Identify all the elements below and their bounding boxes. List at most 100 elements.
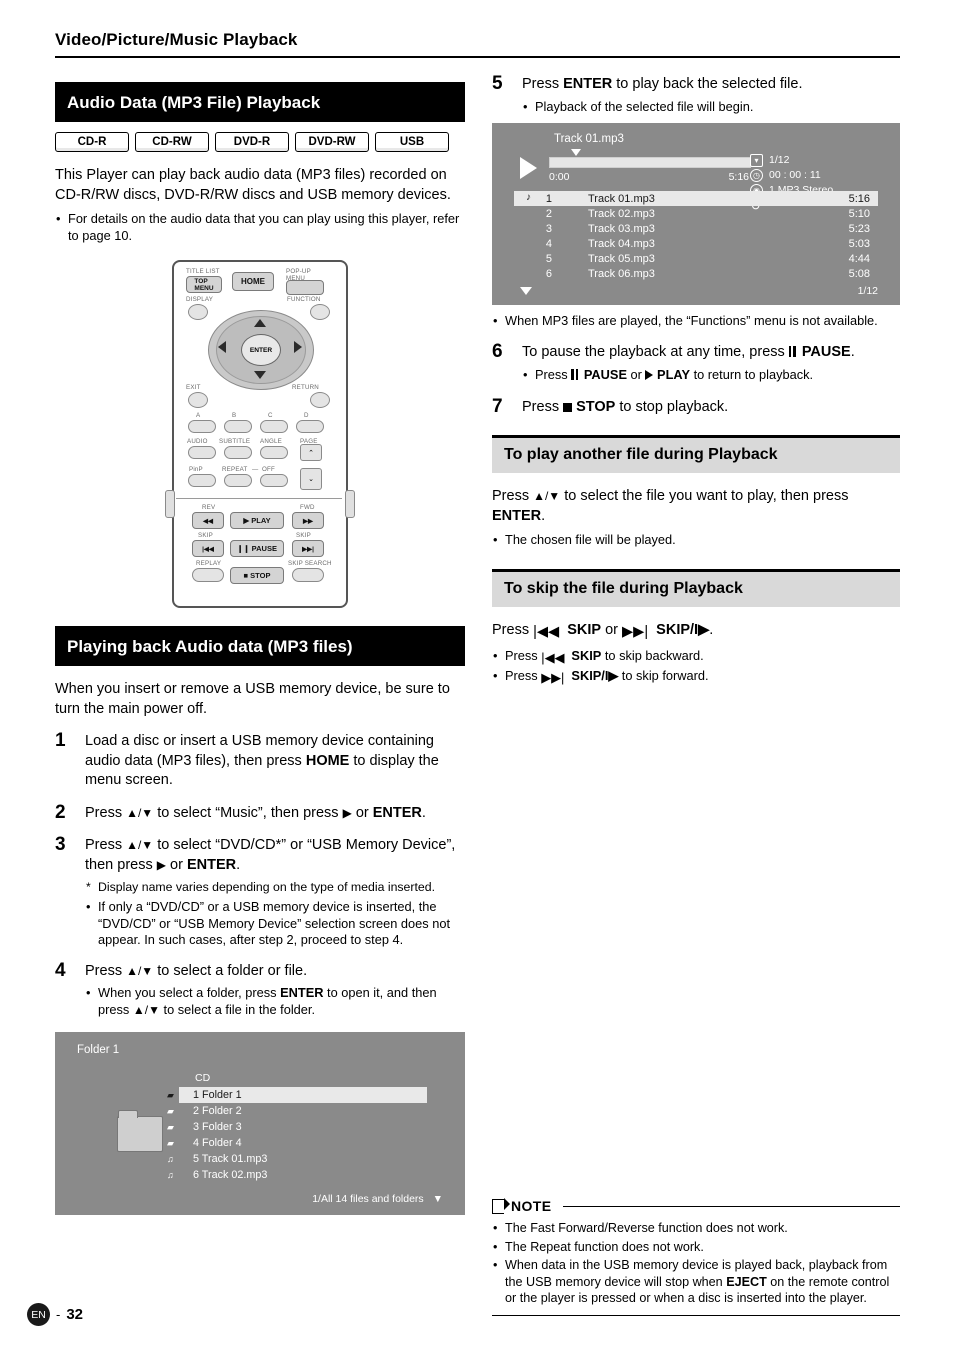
track-duration: 5:08 xyxy=(848,267,870,280)
info-row-track-count: ▾ 1/12 xyxy=(750,153,878,168)
step-5: 5 Press ENTER to play back the selected … xyxy=(492,73,900,115)
remote-button-replay xyxy=(192,568,224,582)
folder-list-item[interactable]: ▰ 2 Folder 2 xyxy=(167,1103,427,1119)
remote-label-pinp: PinP xyxy=(189,466,203,473)
track-list: ♪ 1 Track 01.mp3 5:16 2 Track 02.mp3 5:1… xyxy=(514,191,878,281)
track-row[interactable]: 3 Track 03.mp3 5:23 xyxy=(514,221,878,236)
note-items: The Fast Forward/Reverse function does n… xyxy=(492,1220,900,1307)
remote-label-return: RETURN xyxy=(292,384,319,391)
remote-button-pause: ❙❙ PAUSE xyxy=(230,540,284,557)
remote-label-audio: AUDIO xyxy=(187,438,208,445)
note-item-1: The Repeat function does not work. xyxy=(492,1239,900,1256)
chevron-down-icon: ▼ xyxy=(432,1193,443,1205)
remote-button-home: HOME xyxy=(232,272,274,291)
track-row[interactable]: 5 Track 05.mp3 4:44 xyxy=(514,251,878,266)
scroll-down-icon[interactable] xyxy=(520,287,532,295)
track-duration: 5:16 xyxy=(848,192,870,205)
folder-list-item[interactable]: ♫ 6 Track 02.mp3 xyxy=(167,1167,427,1183)
remote-button-off xyxy=(260,474,288,487)
remote-button-top-menu-label: TOP MENU xyxy=(194,277,214,292)
step-2-number: 2 xyxy=(55,801,66,823)
remote-dpad: ENTER xyxy=(208,310,314,390)
remote-label-skip-fwd: SKIP xyxy=(296,532,311,539)
folder-list-item[interactable]: ♫ 5 Track 01.mp3 xyxy=(167,1151,427,1167)
step-4: 4 Press ▲/▼ to select a folder or file. … xyxy=(55,960,465,1019)
step-3-bullet-0: If only a “DVD/CD” or a USB memory devic… xyxy=(85,899,465,949)
folder-list-item[interactable]: ▰ 3 Folder 3 xyxy=(167,1119,427,1135)
skip-label-1: SKIP xyxy=(567,621,602,638)
step-5-number: 5 xyxy=(492,73,503,94)
folder-icon: ▰ xyxy=(167,1106,174,1116)
elapsed-time-value: 00 : 00 : 11 xyxy=(769,169,821,181)
remote-button-subtitle xyxy=(224,446,252,459)
remote-button-skip-forward: ▶▶| xyxy=(292,540,324,557)
remote-button-pop-up-menu xyxy=(286,280,324,295)
folder-icon: ▰ xyxy=(167,1090,174,1100)
remote-label-function: FUNCTION xyxy=(287,296,321,303)
progress-marker-row xyxy=(549,149,749,157)
step-6: 6 To pause the playback at any time, pre… xyxy=(492,340,900,385)
progress-bar[interactable] xyxy=(549,157,751,168)
progress-times: 0:00 5:16 xyxy=(549,171,749,183)
folder-list-item-label: 4 Folder 4 xyxy=(193,1137,242,1149)
header-rule xyxy=(55,56,900,58)
folder-list-item[interactable]: ▰ 1 Folder 1 xyxy=(167,1087,427,1103)
folder-list-item[interactable]: ▰ 4 Folder 4 xyxy=(167,1135,427,1151)
left-column: Audio Data (MP3 File) Playback CD-R CD-R… xyxy=(55,82,465,1215)
footnote-asterisk: * xyxy=(86,880,91,894)
track-row[interactable]: 2 Track 02.mp3 5:10 xyxy=(514,206,878,221)
language-badge: EN xyxy=(27,1303,50,1326)
folder-browser-screenshot: Folder 1 CD ▰ 1 Folder 1 ▰ 2 Folder 2 ▰ 3 F… xyxy=(55,1032,465,1215)
track-name: Track 04.mp3 xyxy=(588,237,655,250)
remote-label-a: A xyxy=(196,412,201,419)
step-6-text: To pause the playback at any time, press… xyxy=(522,343,855,360)
skip-file-bullet-1: Press ▶▶| SKIP/I▶ to skip forward. xyxy=(492,668,900,687)
folder-icon: ▰ xyxy=(167,1138,174,1148)
remote-divider xyxy=(176,498,342,499)
folder-list-item-label: 5 Track 01.mp3 xyxy=(193,1153,268,1165)
remote-label-skip-search: SKIP SEARCH xyxy=(288,560,332,567)
track-number: 3 xyxy=(545,222,552,235)
remote-button-play: ▶ PLAY xyxy=(230,512,284,529)
step-4-bullets: When you select a folder, press ENTER to… xyxy=(85,985,465,1018)
playback-footer: 1/12 xyxy=(514,285,878,297)
remote-button-skip-back: |◀◀ xyxy=(192,540,224,557)
track-name: Track 05.mp3 xyxy=(588,252,655,265)
intro-bullets: For details on the audio data that you c… xyxy=(55,211,465,244)
remote-button-stop: ■ STOP xyxy=(230,567,284,584)
step-3-text: Press ▲/▼ to select “DVD/CD*” or “USB Me… xyxy=(85,837,456,873)
folder-screen-source-label: CD xyxy=(195,1072,211,1084)
track-row[interactable]: 4 Track 04.mp3 5:03 xyxy=(514,236,878,251)
remote-label-repeat-dash: — xyxy=(252,466,259,473)
folder-icon: ▰ xyxy=(167,1122,174,1132)
remote-label-b: B xyxy=(232,412,237,419)
remote-button-display xyxy=(188,304,208,320)
play-icon xyxy=(520,157,537,179)
skip-file-bullets: Press |◀◀ SKIP to skip backward. Press ▶… xyxy=(492,648,900,686)
media-chip-dvd-rw: DVD-RW xyxy=(295,132,369,152)
track-duration: 5:10 xyxy=(848,207,870,220)
step-6-number: 6 xyxy=(492,340,503,362)
remote-label-skip-back: SKIP xyxy=(198,532,213,539)
remote-control-illustration: TITLE LIST TOP MENU HOME POP-UP MENU DISPL… xyxy=(165,260,355,608)
remote-label-title-list: TITLE LIST xyxy=(186,268,220,275)
play-another-file-body: Press ▲/▼ to select the file you want to… xyxy=(492,488,849,524)
intro-paragraph: This Player can play back audio data (MP… xyxy=(55,167,451,203)
note-bottom-rule xyxy=(492,1314,900,1316)
step-1-text: Load a disc or insert a USB memory devic… xyxy=(85,733,439,788)
remote-button-enter: ENTER xyxy=(241,334,281,366)
remote-button-skip-search xyxy=(292,568,324,582)
folder-list-item-label: 1 Folder 1 xyxy=(193,1089,242,1101)
track-row[interactable]: 6 Track 06.mp3 5:08 xyxy=(514,266,878,281)
after-screen-bullet-0: When MP3 files are played, the “Function… xyxy=(492,313,900,330)
skip-file-body: Press |◀◀ SKIP or ▶▶| SKIP/I▶. xyxy=(492,621,900,643)
folder-list-item-label: 2 Folder 2 xyxy=(193,1105,242,1117)
remote-button-forward: ▶▶ xyxy=(292,512,324,529)
track-number: 5 xyxy=(545,252,552,265)
note-header: NOTE xyxy=(492,1198,900,1214)
track-row[interactable]: ♪ 1 Track 01.mp3 5:16 xyxy=(514,191,878,206)
note-flag-icon xyxy=(492,1198,510,1214)
page-title: Video/Picture/Music Playback xyxy=(55,30,298,49)
track-name: Track 06.mp3 xyxy=(588,267,655,280)
step-3-footnote: * Display name varies depending on the t… xyxy=(85,879,465,895)
